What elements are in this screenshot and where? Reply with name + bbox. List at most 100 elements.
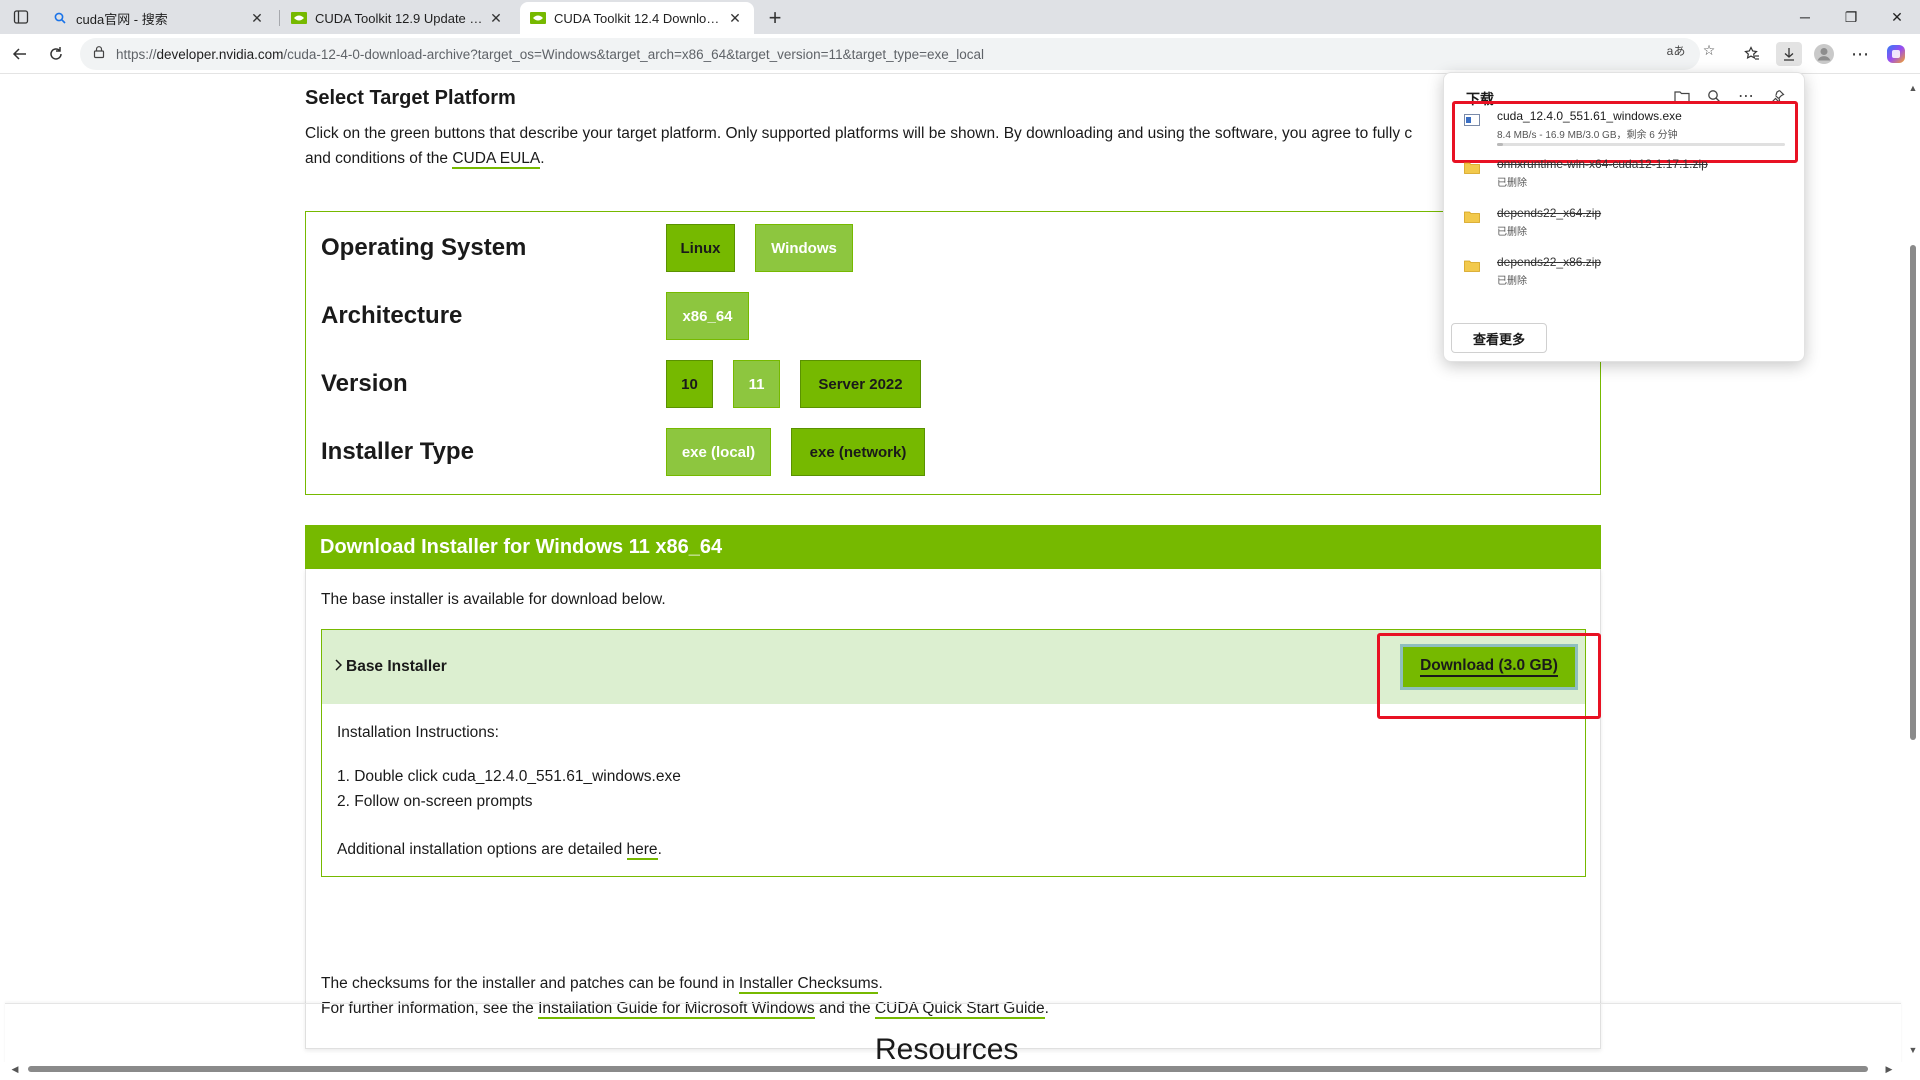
tab-label: cuda官网 - 搜索 (76, 11, 168, 27)
browser-window: cuda官网 - 搜索 ✕ CUDA Toolkit 12.9 Update 1… (0, 0, 1920, 1080)
intro-line-2: and conditions of the (305, 150, 453, 167)
url-text: https://developer.nvidia.com/cuda-12-4-0… (116, 47, 984, 62)
scroll-right-arrow-icon[interactable]: ▶ (1884, 1064, 1894, 1074)
install-more-prefix: Additional installation options are deta… (337, 841, 627, 858)
nvidia-icon (530, 10, 546, 26)
horizontal-scrollbar[interactable]: ◀ ▶ (0, 1062, 1906, 1076)
platform-selector: Operating System Linux Windows Architect… (305, 211, 1601, 495)
downloads-flyout: 下载 ⋯ cuda_12.4.0_551.61_windows.exe 8.4 … (1443, 72, 1805, 362)
nvidia-icon (291, 10, 307, 26)
more-menu-icon[interactable]: ⋯ (1848, 42, 1872, 66)
intro-period: . (540, 150, 545, 167)
close-tab-icon[interactable]: ✕ (487, 9, 505, 27)
back-icon[interactable] (8, 42, 32, 66)
tab-label: CUDA Toolkit 12.4 Downloads | N (554, 10, 726, 26)
site-info-icon[interactable] (92, 45, 106, 64)
close-tab-icon[interactable]: ✕ (726, 9, 744, 27)
option-version-10[interactable]: 10 (666, 360, 713, 408)
installer-type-row: Installer Type exe (local) exe (network) (321, 428, 945, 476)
tab-divider (279, 10, 280, 26)
architecture-row: Architecture x86_64 (321, 292, 769, 340)
os-row: Operating System Linux Windows (321, 224, 873, 272)
download-status: 已删除 (1497, 227, 1527, 238)
resources-heading: Resources (875, 1033, 1019, 1065)
minimize-button[interactable]: ─ (1782, 0, 1828, 34)
option-version-11[interactable]: 11 (733, 360, 780, 408)
scroll-down-arrow-icon[interactable]: ▼ (1908, 1045, 1918, 1055)
download-button[interactable]: Download (3.0 GB) (1400, 644, 1578, 690)
architecture-label: Architecture (321, 302, 463, 329)
option-exe-local[interactable]: exe (local) (666, 428, 771, 476)
download-body: The base installer is available for down… (305, 569, 1601, 1049)
download-item-active[interactable]: cuda_12.4.0_551.61_windows.exe 8.4 MB/s … (1452, 101, 1798, 163)
download-filename: depends22_x86.zip (1497, 255, 1602, 269)
close-tab-icon[interactable]: ✕ (248, 9, 266, 27)
base-installer-panel: Base Installer Download (3.0 GB) Install… (321, 629, 1601, 877)
scroll-up-arrow-icon[interactable]: ▲ (1908, 83, 1918, 93)
download-item[interactable]: depends22_x64.zip 已删除 (1454, 204, 1796, 250)
chevron-right-icon (334, 658, 343, 676)
installer-type-label: Installer Type (321, 438, 474, 465)
download-item[interactable]: depends22_x86.zip 已删除 (1454, 253, 1796, 299)
copilot-icon[interactable] (1884, 42, 1908, 66)
install-step: 1. Double click cuda_12.4.0_551.61_windo… (337, 768, 681, 785)
translate-icon[interactable]: aあ (1664, 38, 1688, 62)
zip-folder-icon (1464, 161, 1480, 174)
favorite-star-icon[interactable]: ☆ (1697, 38, 1721, 62)
download-filename: onnxruntime-win-x64-cuda12-1.17.1.zip (1497, 157, 1708, 171)
version-label: Version (321, 370, 408, 397)
base-installer-title: Base Installer (346, 658, 447, 675)
zip-folder-icon (1464, 210, 1480, 223)
address-bar[interactable]: https://developer.nvidia.com/cuda-12-4-0… (80, 38, 1700, 70)
scroll-left-arrow-icon[interactable]: ◀ (10, 1064, 20, 1074)
install-instructions-title: Installation Instructions: (337, 724, 499, 741)
installer-checksums-link[interactable]: Installer Checksums (738, 975, 879, 994)
eula-link[interactable]: CUDA EULA (452, 150, 541, 169)
zip-folder-icon (1464, 259, 1480, 272)
profile-avatar-icon[interactable] (1812, 42, 1836, 66)
address-toolbar: https://developer.nvidia.com/cuda-12-4-0… (0, 34, 1920, 74)
option-x86-64[interactable]: x86_64 (666, 292, 749, 340)
install-more-text: Additional installation options are deta… (337, 841, 662, 860)
see-more-button[interactable]: 查看更多 (1451, 323, 1547, 353)
restore-button[interactable]: ❐ (1828, 0, 1874, 34)
option-server-2022[interactable]: Server 2022 (800, 360, 921, 408)
option-windows[interactable]: Windows (755, 224, 853, 272)
install-step: 2. Follow on-screen prompts (337, 793, 533, 810)
horizontal-scroll-thumb[interactable] (28, 1066, 1868, 1072)
option-exe-network[interactable]: exe (network) (791, 428, 925, 476)
install-steps: 1. Double click cuda_12.4.0_551.61_windo… (337, 764, 681, 814)
option-linux[interactable]: Linux (666, 224, 735, 272)
intro-line-1: Click on the green buttons that describe… (305, 125, 1413, 142)
download-button-label: Download (3.0 GB) (1420, 657, 1558, 677)
tab-actions-icon[interactable] (10, 6, 32, 28)
download-status: 已删除 (1497, 276, 1527, 287)
download-intro: The base installer is available for down… (321, 591, 666, 608)
install-more-suffix: . (657, 841, 662, 858)
favorites-icon[interactable] (1740, 42, 1764, 66)
url-host: developer.nvidia.com (156, 46, 284, 62)
section-title: Select Target Platform (305, 87, 516, 109)
download-status: 已删除 (1497, 178, 1527, 189)
vertical-scrollbar[interactable]: ▲ ▼ (1906, 75, 1920, 1065)
new-tab-button[interactable]: + (762, 5, 788, 31)
download-filename: depends22_x64.zip (1497, 206, 1602, 220)
here-link[interactable]: here (626, 841, 658, 860)
download-item[interactable]: onnxruntime-win-x64-cuda12-1.17.1.zip 已删… (1454, 155, 1796, 201)
url-prefix: https:// (116, 46, 157, 62)
downloads-icon[interactable] (1776, 42, 1802, 66)
tab-bar: cuda官网 - 搜索 ✕ CUDA Toolkit 12.9 Update 1… (0, 0, 1920, 34)
search-icon (52, 10, 68, 26)
download-header: Download Installer for Windows 11 x86_64 (305, 525, 1601, 569)
tab-cuda-12-9[interactable]: CUDA Toolkit 12.9 Update 1 Dow ✕ (281, 2, 515, 34)
url-path: /cuda-12-4-0-download-archive?target_os=… (283, 46, 985, 62)
checksums-prefix: The checksums for the installer and patc… (321, 975, 739, 992)
version-row: Version 10 11 Server 2022 (321, 360, 941, 408)
tab-cuda-12-4[interactable]: CUDA Toolkit 12.4 Downloads | N ✕ (520, 2, 754, 34)
close-window-button[interactable]: ✕ (1874, 0, 1920, 34)
tab-label: CUDA Toolkit 12.9 Update 1 Dow (315, 10, 487, 26)
vertical-scroll-thumb[interactable] (1910, 245, 1916, 740)
os-label: Operating System (321, 234, 527, 261)
tab-search[interactable]: cuda官网 - 搜索 ✕ (42, 2, 276, 34)
refresh-icon[interactable] (44, 42, 68, 66)
